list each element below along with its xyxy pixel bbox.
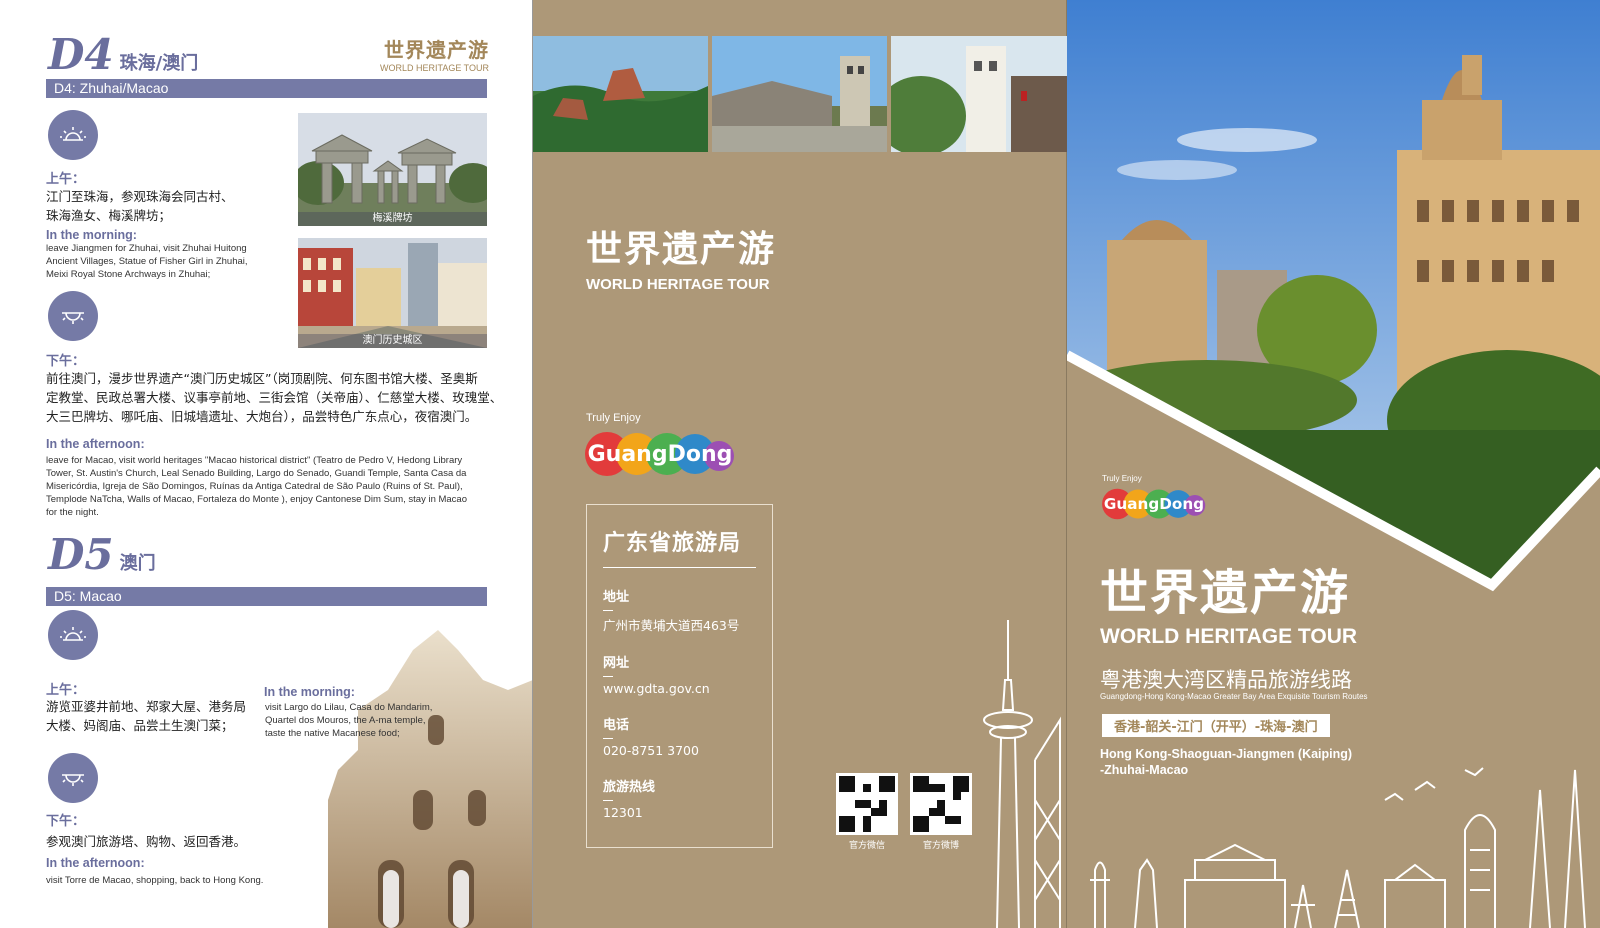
text-line: Misericórdia, Igreja de São Domingos, Ru… — [46, 481, 463, 492]
d5-pm-label: 下午： — [46, 814, 86, 829]
text-line: Ancient Villages, Statue of Fisher Girl … — [46, 256, 248, 267]
wechat-caption: 官方微信 — [848, 841, 885, 851]
text-line: 珠海渔女、梅溪牌坊； — [46, 208, 172, 223]
route-banner: 香港-韶关-江门（开平）-珠海-澳门 — [1102, 714, 1330, 737]
ruins-of-st-paul-image — [328, 630, 532, 928]
brand-small-en: WORLD HERITAGE TOUR — [380, 63, 490, 73]
d5-bar: D5: Macao — [46, 587, 487, 606]
truly-enjoy-text: Truly Enjoy — [1102, 474, 1142, 483]
d5-city: 澳门 — [119, 553, 156, 574]
danxia-mountain-photo — [533, 36, 708, 152]
text-line: Tower, St. Austin's Church, Leal Senado … — [46, 468, 467, 479]
contact-info-box: 广东省旅游局 地址 广州市黄埔大道西463号 网址 www.gdta.gov.c… — [586, 504, 773, 848]
address-value: 广州市黄埔大道西463号 — [603, 618, 740, 633]
d5-pm-cn: 参观澳门旅游塔、购物、返回香港。 — [46, 834, 247, 849]
macao-tower-silhouette — [983, 620, 1061, 928]
itinerary-panel: D4 珠海/澳门 世界遗产游 WORLD HERITAGE TOUR D4: Z… — [0, 0, 533, 928]
text-line: 大三巴牌坊、哪吒庙、旧城墙遗址、大炮台），品尝特色广东点心，夜宿澳门。 — [46, 409, 478, 424]
photo-caption: 梅溪牌坊 — [298, 212, 487, 226]
sunrise-icon — [48, 610, 98, 660]
d4-pm-en: leave for Macao, visit world heritages "… — [46, 454, 467, 519]
d4-am-en: leave Jiangmen for Zhuhai, visit Zhuhai … — [46, 242, 248, 281]
text-line: Quartel dos Mouros, the A-ma temple, — [265, 715, 426, 726]
d4-pm-label: 下午： — [46, 354, 86, 369]
divider — [603, 738, 613, 739]
brand-mid: 世界遗产游 WORLD HERITAGE TOUR — [586, 220, 776, 293]
cover-title-cn: 世界遗产游 — [1100, 565, 1351, 621]
sunset-icon — [48, 753, 98, 803]
truly-enjoy-text: Truly Enjoy — [586, 412, 641, 424]
text-line: leave Jiangmen for Zhuhai, visit Zhuhai … — [46, 243, 247, 254]
meixi-archway-photo: 梅溪牌坊 — [298, 113, 487, 226]
d4-pm-en-title: In the afternoon: — [46, 437, 145, 451]
d5-pm-en-title: In the afternoon: — [46, 856, 145, 870]
logo-text: GuangDong — [1104, 495, 1204, 513]
d4-heading: D4 珠海/澳门 — [48, 30, 198, 79]
text-line: visit Largo do Lilau, Casa do Mandarim, — [265, 702, 433, 713]
d5-pm-en: visit Torre de Macao, shopping, back to … — [46, 875, 264, 886]
cover-title-en: WORLD HERITAGE TOUR — [1100, 625, 1358, 648]
d5-am-label: 上午： — [46, 683, 86, 698]
kaiping-village-photo — [712, 36, 887, 152]
logo-text: GuangDong — [588, 442, 733, 467]
weibo-caption: 官方微博 — [922, 841, 959, 851]
cover-title: 世界遗产游 WORLD HERITAGE TOUR — [1100, 553, 1357, 649]
brand-mid-en: WORLD HERITAGE TOUR — [586, 276, 770, 293]
d5-am-en-title: In the morning: — [264, 685, 355, 699]
macao-historic-photo: 澳门历史城区 — [298, 238, 487, 348]
cover-subtitle-cn: 粤港澳大湾区精品旅游线路 — [1100, 668, 1352, 692]
phone-value: 020-8751 3700 — [603, 743, 699, 758]
cover-subtitle-en: Guangdong-Hong Kong-Macao Greater Bay Ar… — [1100, 692, 1368, 701]
text-line: for the night. — [46, 507, 99, 518]
divider — [603, 610, 613, 611]
landmarks-silhouette — [1090, 767, 1586, 928]
d5-heading: D5 澳门 — [48, 530, 156, 579]
text-line: 江门至珠海，参观珠海会同古村、 — [46, 189, 234, 204]
weibo-qr-code[interactable] — [910, 773, 972, 835]
d4-city: 珠海/澳门 — [119, 53, 199, 74]
d5-am-en: visit Largo do Lilau, Casa do Mandarim, … — [265, 701, 432, 740]
guangdong-logo: GuangDong — [1102, 488, 1206, 520]
sunset-icon — [48, 291, 98, 341]
sunrise-icon — [48, 110, 98, 160]
d4-am-label: 上午： — [46, 172, 86, 187]
d4-bar: D4: Zhuhai/Macao — [46, 79, 487, 98]
photo-caption: 澳门历史城区 — [298, 334, 487, 348]
text-line: leave for Macao, visit world heritages "… — [46, 455, 463, 466]
phone-label: 电话 — [603, 718, 630, 733]
d4-pm-cn: 前往澳门，漫步世界遗产“澳门历史城区”（岗顶剧院、何东图书馆大楼、圣奥斯 定教堂… — [46, 369, 502, 426]
d4-number: D4 — [48, 30, 114, 79]
text-line: taste the native Macanese food; — [265, 728, 400, 739]
address-label: 地址 — [603, 590, 630, 605]
brand-small: 世界遗产游 WORLD HERITAGE TOUR — [380, 34, 489, 73]
brand-mid-cn: 世界遗产游 — [586, 229, 777, 270]
d4-am-en-title: In the morning: — [46, 228, 137, 242]
website-value[interactable]: www.gdta.gov.cn — [603, 681, 756, 696]
brand-small-cn: 世界遗产游 — [384, 38, 490, 62]
text-line: 大楼、妈阁庙、品尝土生澳门菜； — [46, 718, 234, 733]
divider — [603, 800, 613, 801]
hotline-value: 12301 — [603, 805, 643, 820]
text-line: 前往澳门，漫步世界遗产“澳门历史城区”（岗顶剧院、何东图书馆大楼、圣奥斯 — [46, 371, 478, 386]
text-line: Templode NaTcha, Walls of Macao, Fortale… — [46, 494, 468, 505]
text-line: 定教堂、民政总署大楼、议事亭前地、三街会馆（关帝庙）、仁慈堂大楼、玫瑰堂、 — [46, 390, 503, 405]
wechat-qr-code[interactable] — [836, 773, 898, 835]
hotline-label: 旅游热线 — [603, 780, 656, 795]
bureau-title: 广东省旅游局 — [603, 525, 756, 568]
d5-number: D5 — [48, 530, 114, 579]
guangdong-logo: GuangDong — [585, 432, 734, 476]
d5-am-cn: 游览亚婆井前地、郑家大屋、港务局 大楼、妈阁庙、品尝土生澳门菜； — [46, 697, 246, 735]
website-label: 网址 — [603, 656, 630, 671]
text-line: 游览亚婆井前地、郑家大屋、港务局 — [46, 699, 247, 714]
diaolou-tower-photo — [891, 36, 1067, 152]
divider — [603, 676, 613, 677]
d4-am-cn: 江门至珠海，参观珠海会同古村、 珠海渔女、梅溪牌坊； — [46, 187, 234, 225]
text-line: Meixi Royal Stone Archways in Zhuhai; — [46, 269, 211, 280]
